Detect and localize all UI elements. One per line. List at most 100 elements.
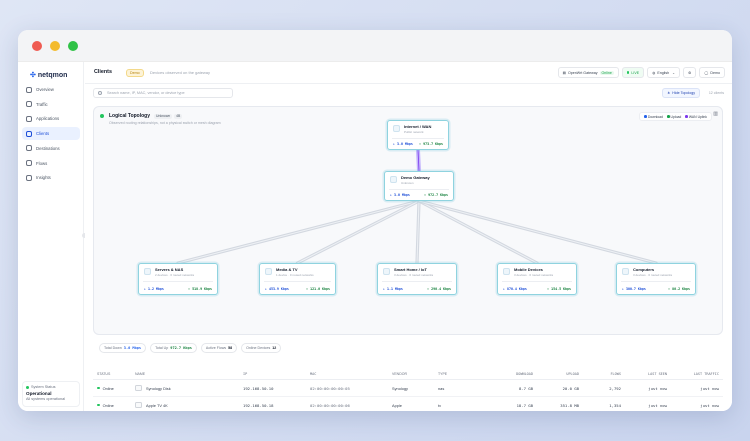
hide-topology-button[interactable]: ⋔ Hide Topology bbox=[662, 88, 700, 98]
legend-swatch bbox=[685, 114, 688, 118]
node-upload: ↑ 973.7 Kbps bbox=[419, 142, 443, 146]
app-logo[interactable]: ✣ netqmon bbox=[30, 71, 67, 79]
cell-upload: 351.8 MB bbox=[533, 403, 579, 408]
cell-text: 8.7 GB bbox=[518, 385, 533, 391]
column-header[interactable]: IP bbox=[243, 372, 310, 376]
sidebar-item-flows[interactable]: Flows bbox=[22, 157, 80, 170]
language-selector[interactable]: ◍ English ⌄ bbox=[647, 67, 681, 78]
group-link-core-4 bbox=[418, 200, 657, 264]
node-device-icon bbox=[393, 125, 400, 132]
search-input[interactable]: Search name, IP, MAC, vendor, or device … bbox=[93, 88, 233, 98]
legend-label: Download bbox=[647, 114, 663, 119]
column-header[interactable]: Last Seen bbox=[621, 372, 667, 376]
cell-text: 02:00:00:00:00:06 bbox=[310, 402, 350, 408]
sidebar-item-label: Clients bbox=[36, 131, 50, 137]
sidebar-item-applications[interactable]: Applications bbox=[22, 112, 80, 125]
cell-status: Online bbox=[93, 403, 135, 408]
gateway-node[interactable]: Demo Gateway Unknown ↓ 3.0 Mbps ↑ 972.7 Kbp… bbox=[384, 171, 454, 201]
column-header[interactable]: Status bbox=[93, 372, 135, 376]
user-name: Demo bbox=[710, 70, 720, 75]
node-download: ↓ 1.1 Mbps bbox=[383, 287, 403, 291]
cell-text: Synology bbox=[392, 385, 409, 391]
cell-last-seen: just now bbox=[621, 386, 667, 391]
top-bar: Clients Demo Devices observed on the gat… bbox=[85, 62, 732, 84]
node-device-icon bbox=[503, 268, 510, 275]
group-node-media-tv[interactable]: Media & TV 1 device · 0 routed networks ↓ … bbox=[259, 263, 336, 295]
stat-label: Active Flows bbox=[205, 346, 227, 350]
node-upload: ↑ 80.2 Kbps bbox=[668, 287, 690, 291]
node-upload: ↑ 518.9 Kbps bbox=[188, 287, 212, 291]
topology-unknown-tag: Unknown bbox=[154, 113, 173, 119]
internet-wan-node[interactable]: Internet / WAN Public network ↓ 3.0 Mbps ↑ … bbox=[387, 120, 449, 150]
legend-swatch bbox=[666, 114, 670, 118]
node-subtitle: Unknown bbox=[401, 180, 414, 185]
table-row[interactable]: Online Synology Disk 192.168.50.10 02:00:00… bbox=[93, 380, 723, 397]
stat-value: 3.0 Mbps bbox=[123, 346, 142, 350]
column-header[interactable]: Name bbox=[135, 372, 243, 376]
table-header: Status Name IP MAC Vendor Type Download Upload F… bbox=[93, 368, 723, 380]
cell-text: 1,354 bbox=[609, 402, 621, 408]
settings-button[interactable]: ⚙ bbox=[683, 67, 697, 78]
column-header[interactable]: Vendor bbox=[392, 372, 438, 376]
stat-label: Total Up bbox=[155, 346, 169, 350]
cell-name: Apple TV 4K bbox=[135, 402, 243, 408]
column-header[interactable]: Upload bbox=[533, 372, 579, 376]
summary-stats: Total Down 3.0 Mbps Total Up 972.7 Kbps Acti… bbox=[99, 343, 282, 353]
group-node-computers[interactable]: Computers 3 devices · 0 routed networks ↓ … bbox=[616, 263, 696, 295]
column-header[interactable]: MAC bbox=[310, 372, 392, 376]
sidebar-item-insights[interactable]: Insights bbox=[22, 171, 80, 184]
node-device-icon bbox=[144, 268, 151, 275]
column-header[interactable]: Last Traffic bbox=[667, 372, 723, 376]
column-header[interactable]: Type bbox=[438, 372, 483, 376]
node-subtitle: Public network bbox=[404, 129, 424, 134]
node-download: ↓ 300.7 Kbps bbox=[622, 287, 646, 291]
status-dot-icon bbox=[26, 385, 29, 389]
group-node-smart-home-iot[interactable]: Smart Home / IoT 3 devices · 0 routed net… bbox=[377, 263, 457, 295]
close-window-button[interactable] bbox=[32, 41, 42, 51]
topology-count-tag: 4B bbox=[174, 113, 183, 119]
live-indicator[interactable]: LIVE bbox=[621, 67, 645, 78]
cell-last-traffic: just now bbox=[667, 403, 723, 408]
cell-ip: 192.168.50.10 bbox=[243, 386, 310, 391]
sidebar-item-overview[interactable]: Overview bbox=[22, 83, 80, 96]
system-status-value: Operational bbox=[26, 391, 52, 396]
cell-text: Synology Disk bbox=[146, 385, 171, 391]
group-node-mobile-devices[interactable]: Mobile Devices 3 devices · 0 routed netwo… bbox=[497, 263, 577, 295]
live-label: LIVE bbox=[631, 70, 640, 75]
legend-item: WAN Uplink bbox=[685, 115, 707, 119]
gateway-selector[interactable]: ▤ OpenWrt Gateway Online bbox=[557, 67, 619, 78]
flows-icon bbox=[26, 160, 32, 166]
minimize-window-button[interactable] bbox=[50, 41, 60, 51]
node-title: Demo Gateway bbox=[401, 175, 430, 180]
sidebar-item-traffic[interactable]: Traffic bbox=[22, 98, 80, 111]
stat-value: 972.7 Kbps bbox=[170, 346, 192, 350]
search-row: Search name, IP, MAC, vendor, or device … bbox=[85, 84, 732, 102]
sidebar-item-label: Destinations bbox=[36, 145, 60, 151]
user-icon: ◯ bbox=[704, 70, 709, 75]
trash-icon[interactable]: ▥ bbox=[713, 111, 718, 117]
cell-last-seen: just now bbox=[621, 403, 667, 408]
node-device-icon bbox=[265, 268, 272, 275]
group-node-servers-nas[interactable]: Servers & NAS 2 devices · 0 routed networ… bbox=[138, 263, 218, 295]
user-menu[interactable]: ◯ Demo bbox=[699, 67, 725, 78]
node-divider bbox=[143, 281, 213, 282]
sidebar-item-clients[interactable]: Clients bbox=[22, 127, 80, 141]
column-header[interactable]: Flows bbox=[579, 372, 621, 376]
column-header[interactable]: Download bbox=[483, 372, 533, 376]
maximize-window-button[interactable] bbox=[68, 41, 78, 51]
cell-type: tv bbox=[438, 403, 483, 408]
topology-icon: ⋔ bbox=[667, 91, 671, 95]
system-status-card: System Status Operational All systems op… bbox=[22, 381, 80, 407]
node-title: Media & TV bbox=[276, 267, 298, 272]
group-link-core-3 bbox=[418, 200, 538, 264]
table-row[interactable]: Online Apple TV 4K 192.168.50.18 02:00:00:0… bbox=[93, 397, 723, 411]
node-divider bbox=[621, 281, 691, 282]
gear-icon: ⚙ bbox=[688, 70, 692, 75]
stat-label: Online Devices bbox=[246, 346, 271, 350]
online-dot-icon bbox=[97, 403, 100, 407]
node-upload: ↑ 972.7 Kbps bbox=[424, 193, 448, 197]
sidebar-item-destinations[interactable]: Destinations bbox=[22, 142, 80, 155]
stat-value: 12 bbox=[272, 346, 277, 350]
topology-subtitle: Observed routing relationships, not a ph… bbox=[109, 121, 221, 125]
sidebar-item-label: Flows bbox=[36, 160, 48, 166]
